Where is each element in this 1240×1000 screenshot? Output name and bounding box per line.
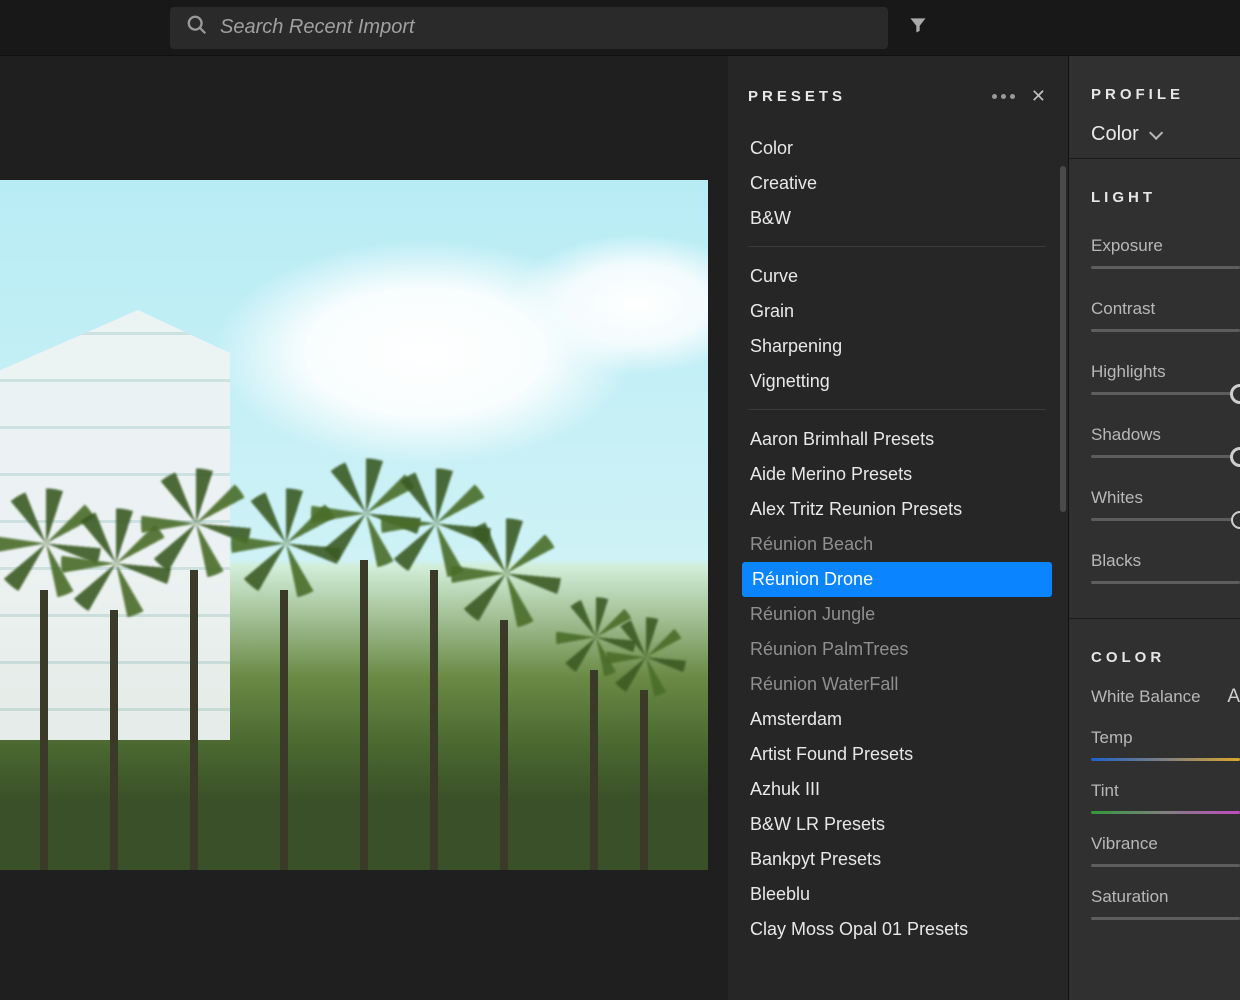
slider-track[interactable] [1091,811,1240,814]
preset-item[interactable]: Grain [748,294,1046,329]
slider-track[interactable] [1091,917,1240,920]
slider-knob[interactable] [1231,511,1240,529]
slider-row: Exposure [1091,236,1240,269]
slider-row: Highlights [1091,362,1240,395]
search-box[interactable] [170,7,888,49]
filter-icon[interactable] [908,15,928,40]
slider-row: Tint [1091,781,1240,814]
scrollbar[interactable] [1060,166,1066,512]
preset-item[interactable]: Aide Merino Presets [748,457,1046,492]
slider-row: Vibrance [1091,834,1240,867]
profile-selector[interactable]: Color [1091,123,1240,146]
presets-title: PRESETS [748,88,846,105]
slider-label: Contrast [1091,299,1240,319]
slider-row: Contrast [1091,299,1240,332]
preset-item[interactable]: B&W [748,201,1046,236]
search-input[interactable] [220,16,872,39]
slider-label: Blacks [1091,551,1240,571]
slider-track[interactable] [1091,758,1240,761]
slider-knob[interactable] [1230,384,1240,404]
slider-knob[interactable] [1230,447,1240,467]
preset-item[interactable]: B&W LR Presets [748,807,1046,842]
slider-label: Tint [1091,781,1240,801]
preset-item[interactable]: Clay Moss Opal 01 Presets [748,912,1046,947]
search-icon [186,14,208,41]
slider-track[interactable] [1091,329,1240,332]
slider-row: Temp [1091,728,1240,761]
slider-track[interactable] [1091,392,1240,395]
preset-item[interactable]: Réunion PalmTrees [748,632,1046,667]
preset-item[interactable]: Bleeblu [748,877,1046,912]
slider-label: Temp [1091,728,1240,748]
close-icon[interactable]: ✕ [1031,86,1046,107]
profile-title: PROFILE [1091,86,1240,103]
light-title: LIGHT [1091,189,1240,206]
preset-item[interactable]: Amsterdam [748,702,1046,737]
preset-item[interactable]: Azhuk III [748,772,1046,807]
preset-item[interactable]: Réunion Jungle [748,597,1046,632]
preset-item[interactable]: Bankpyt Presets [748,842,1046,877]
preset-item[interactable]: Réunion Beach [748,527,1046,562]
preset-item[interactable]: Réunion Drone [742,562,1052,597]
photo-preview[interactable] [0,180,708,870]
profile-value: Color [1091,123,1139,146]
slider-label: Saturation [1091,887,1240,907]
canvas-area [0,56,728,1000]
chevron-down-icon [1149,125,1163,139]
preset-item[interactable]: Sharpening [748,329,1046,364]
white-balance-value[interactable]: A [1227,686,1240,708]
slider-row: Shadows [1091,425,1240,458]
more-icon[interactable] [992,94,1015,99]
slider-label: Exposure [1091,236,1240,256]
slider-label: Vibrance [1091,834,1240,854]
slider-track[interactable] [1091,581,1240,584]
slider-row: Saturation [1091,887,1240,920]
slider-track[interactable] [1091,864,1240,867]
presets-panel: PRESETS ✕ ColorCreativeB&W CurveGrainShar… [728,56,1068,1000]
topbar [0,0,1240,56]
preset-item[interactable]: Vignetting [748,364,1046,399]
slider-row: Blacks [1091,551,1240,584]
slider-row: Whites [1091,488,1240,521]
preset-item[interactable]: Alex Tritz Reunion Presets [748,492,1046,527]
slider-label: Highlights [1091,362,1240,382]
slider-track[interactable] [1091,455,1240,458]
preset-item[interactable]: Creative [748,166,1046,201]
preset-item[interactable]: Aaron Brimhall Presets [748,422,1046,457]
color-title: COLOR [1091,649,1240,666]
preset-item[interactable]: Réunion WaterFall [748,667,1046,702]
slider-label: Shadows [1091,425,1240,445]
slider-track[interactable] [1091,266,1240,269]
preset-item[interactable]: Curve [748,259,1046,294]
slider-label: Whites [1091,488,1240,508]
preset-item[interactable]: Color [748,131,1046,166]
white-balance-label: White Balance [1091,687,1201,707]
preset-list: ColorCreativeB&W CurveGrainSharpeningVign… [748,131,1068,947]
edit-panel: PROFILE Color LIGHT Exposure Contrast High… [1068,56,1240,1000]
preset-item[interactable]: Artist Found Presets [748,737,1046,772]
slider-track[interactable] [1091,518,1240,521]
